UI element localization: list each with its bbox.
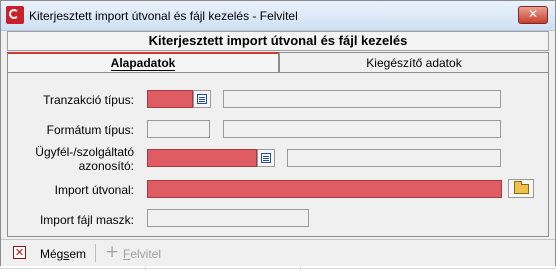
close-button[interactable]: ✕ bbox=[518, 6, 548, 24]
cancel-button[interactable]: Mégsem bbox=[40, 247, 86, 261]
ugyfel-azonosito-description bbox=[287, 149, 501, 167]
import-fajl-maszk-label: Import fájl maszk: bbox=[39, 213, 134, 227]
import-fajl-maszk-input[interactable] bbox=[147, 209, 309, 227]
browse-folder-button[interactable] bbox=[508, 179, 534, 198]
tranzakcio-tipus-lookup-button[interactable] bbox=[193, 90, 211, 108]
window-title: Kiterjesztett import útvonal és fájl kez… bbox=[29, 9, 298, 23]
felvitel-button[interactable]: Felvitel bbox=[123, 247, 161, 261]
form-header-title: Kiterjesztett import útvonal és fájl kez… bbox=[7, 31, 549, 51]
list-icon bbox=[261, 153, 271, 163]
bottom-toolbar: ✕ Mégsem + Felvitel bbox=[1, 239, 555, 266]
dialog-window: Kiterjesztett import útvonal és fájl kez… bbox=[0, 0, 556, 266]
tab-alapadatok-label: Alapadatok bbox=[110, 56, 176, 71]
ugyfel-azonosito-label-line2: azonosító: bbox=[78, 159, 134, 173]
tab-kiegeszito-adatok[interactable]: Kiegészítő adatok bbox=[279, 52, 549, 73]
cancel-label-pre: Még bbox=[40, 247, 64, 261]
ugyfel-azonosito-input[interactable] bbox=[147, 149, 257, 167]
import-utvonal-label: Import útvonal: bbox=[54, 183, 134, 197]
toolbar-separator bbox=[95, 244, 96, 262]
add-icon: + bbox=[105, 242, 120, 262]
ugyfel-azonosito-lookup-button[interactable] bbox=[257, 149, 275, 167]
tranzakcio-tipus-input[interactable] bbox=[147, 90, 193, 108]
list-icon bbox=[197, 94, 207, 104]
cancel-label-post: em bbox=[69, 247, 87, 261]
ugyfel-azonosito-label-line1: Ügyfél-/szolgáltató bbox=[35, 145, 134, 159]
felvitel-label-post: elvitel bbox=[130, 247, 162, 261]
formatum-tipus-description bbox=[223, 120, 501, 138]
app-logo-icon bbox=[6, 6, 24, 24]
cancel-icon[interactable]: ✕ bbox=[13, 246, 26, 259]
folder-open-icon bbox=[514, 181, 529, 194]
title-bar[interactable]: Kiterjesztett import útvonal és fájl kez… bbox=[1, 1, 555, 31]
tab-kiegeszito-adatok-label: Kiegészítő adatok bbox=[366, 56, 462, 70]
formatum-tipus-label: Formátum típus: bbox=[46, 123, 134, 137]
formatum-tipus-input[interactable] bbox=[147, 120, 210, 138]
background-line bbox=[0, 268, 556, 269]
tab-alapadatok[interactable]: Alapadatok bbox=[7, 52, 279, 73]
tranzakcio-tipus-label: Tranzakció típus: bbox=[43, 93, 134, 107]
tranzakcio-tipus-description bbox=[223, 90, 501, 108]
import-utvonal-input[interactable] bbox=[147, 180, 502, 198]
